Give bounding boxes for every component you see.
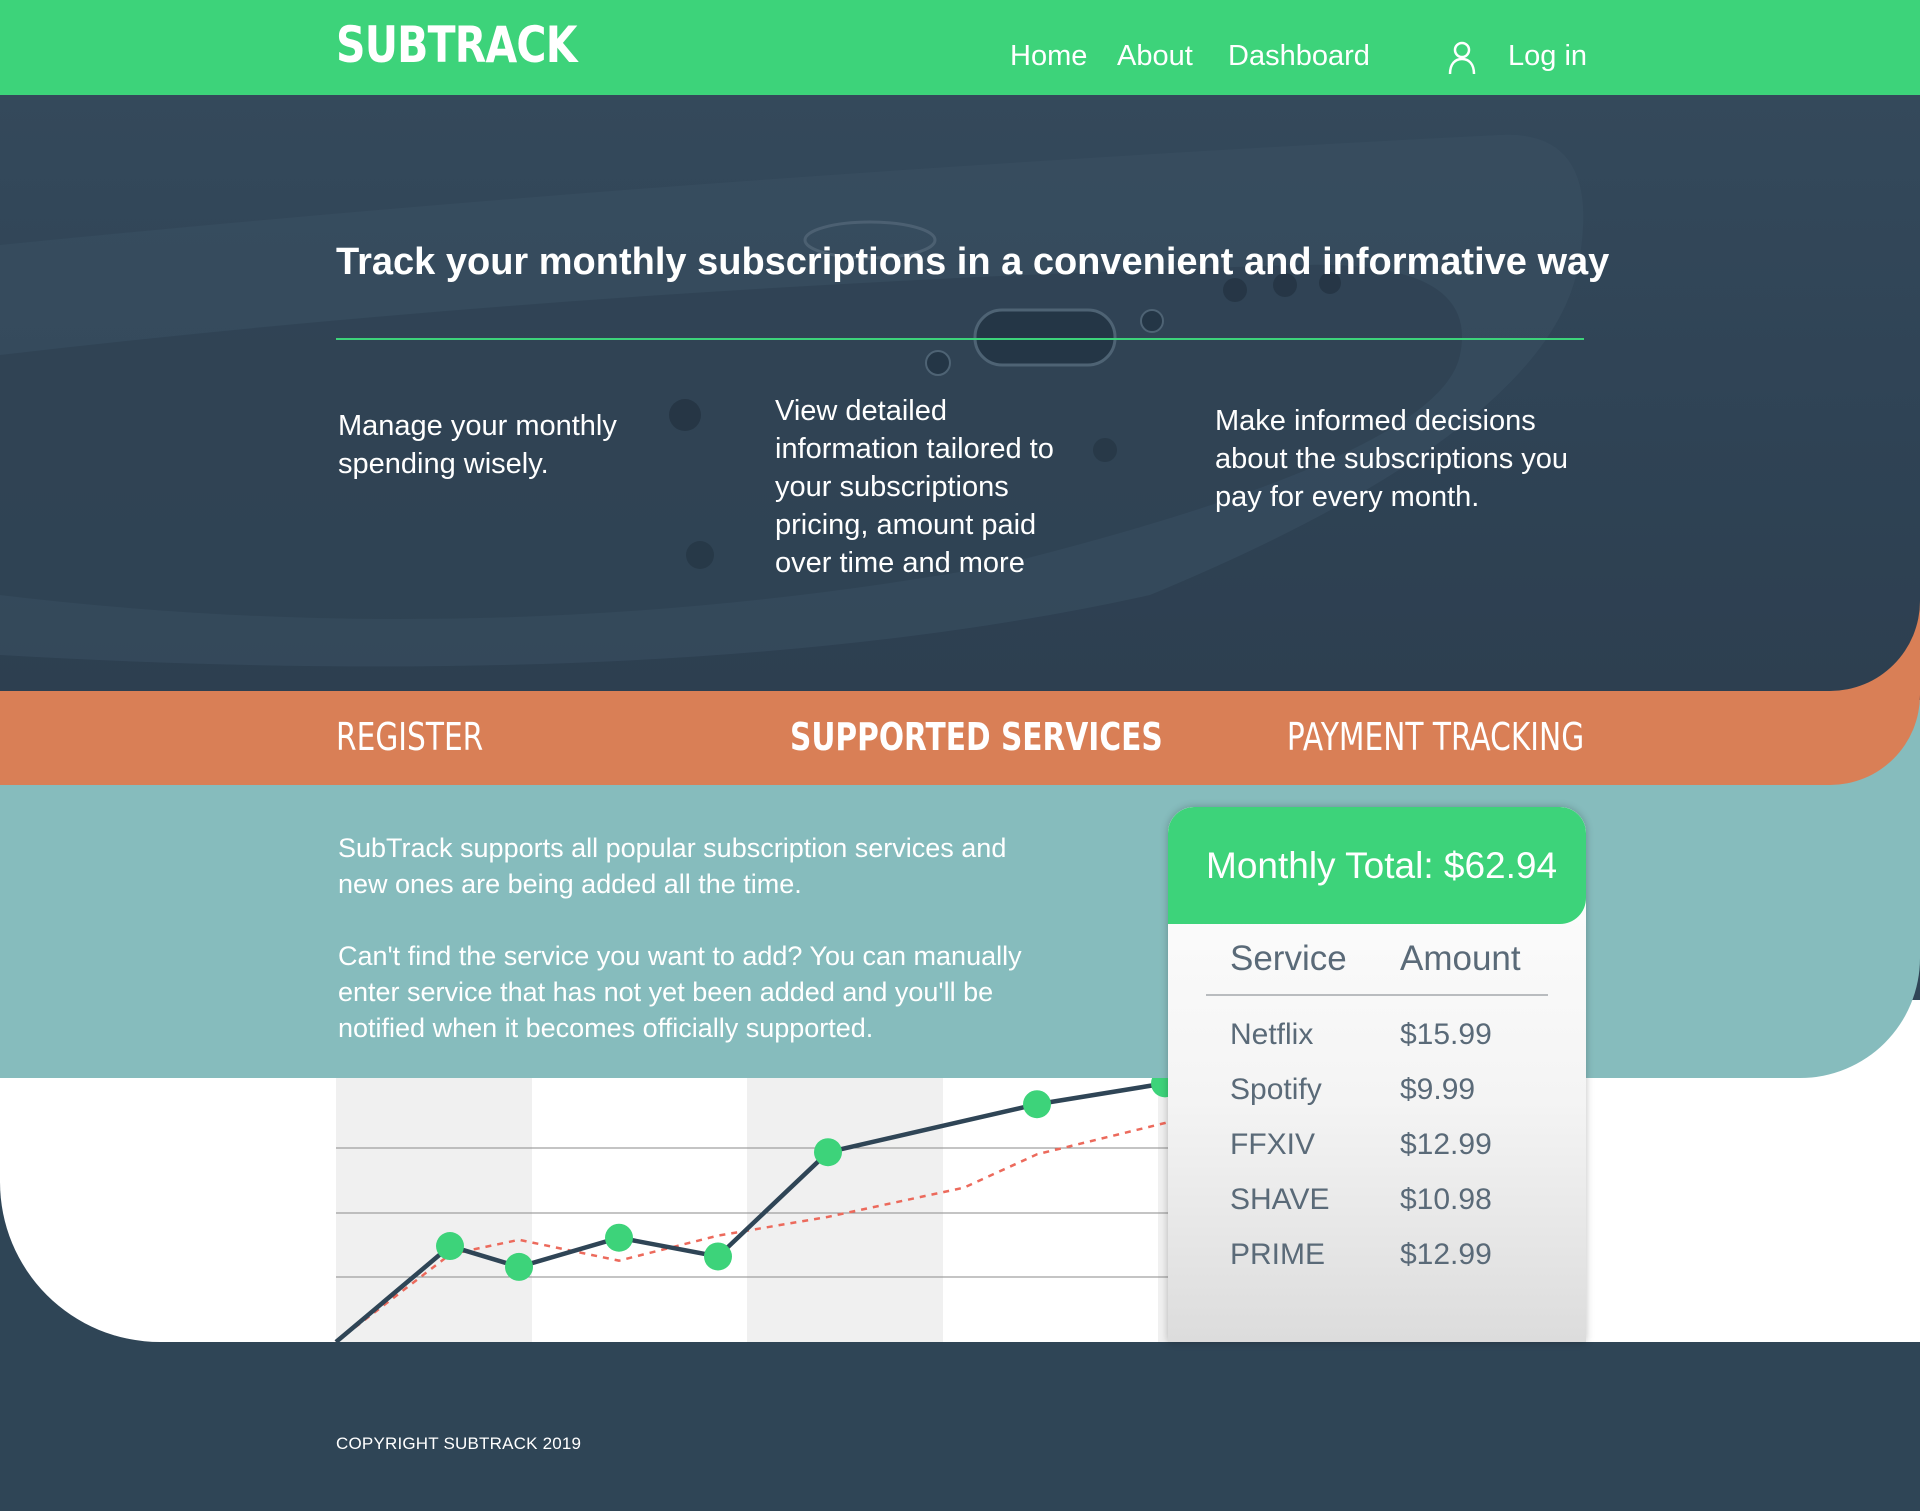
- service-amount: $12.99: [1400, 1128, 1492, 1161]
- nav-about-link[interactable]: About: [1117, 40, 1193, 73]
- copyright: COPYRIGHT SUBTRACK 2019: [336, 1434, 582, 1453]
- feature-2: View detailed information tailored to yo…: [775, 395, 1054, 579]
- nav-home-link[interactable]: Home: [1010, 40, 1087, 73]
- hero-section: Track your monthly subscriptions in a co…: [0, 95, 1920, 691]
- service-name: Spotify: [1230, 1073, 1322, 1106]
- services-paragraph-1: SubTrack supports all popular subscripti…: [338, 833, 1007, 899]
- data-point: [605, 1223, 633, 1252]
- tab-register[interactable]: REGISTER: [336, 715, 483, 759]
- column-amount: Amount: [1400, 939, 1521, 978]
- tab-payment-tracking[interactable]: PAYMENT TRACKING: [1287, 715, 1584, 759]
- top-nav: SUBTRACK Home About Dashboard Log in: [0, 0, 1920, 95]
- user-icon[interactable]: [1447, 40, 1477, 76]
- data-point: [436, 1232, 464, 1261]
- service-amount: $15.99: [1400, 1018, 1492, 1051]
- service-name: FFXIV: [1230, 1128, 1316, 1161]
- service-amount: $12.99: [1400, 1238, 1492, 1271]
- card-header: Monthly Total: $62.94: [1168, 807, 1586, 924]
- service-amount: $9.99: [1400, 1073, 1476, 1106]
- data-point: [814, 1138, 842, 1167]
- data-point: [704, 1242, 732, 1271]
- feature-1: Manage your monthly spending wisely.: [338, 410, 617, 480]
- card-divider: [1206, 994, 1548, 996]
- nav-dashboard-link[interactable]: Dashboard: [1228, 40, 1370, 73]
- service-name: SHAVE: [1230, 1183, 1330, 1216]
- column-service: Service: [1230, 939, 1347, 978]
- monthly-total: Monthly Total: $62.94: [1206, 845, 1558, 886]
- data-point: [1023, 1090, 1051, 1119]
- tab-supported-services[interactable]: SUPPORTED SERVICES: [790, 715, 1163, 759]
- login-link[interactable]: Log in: [1508, 40, 1587, 73]
- monthly-total-card: Monthly Total: $62.94 Service Amount Net…: [1168, 807, 1586, 1342]
- services-paragraph-2: Can't find the service you want to add? …: [338, 941, 1022, 1043]
- hero-title: Track your monthly subscriptions in a co…: [336, 241, 1610, 283]
- hero-divider: [336, 338, 1584, 340]
- service-name: PRIME: [1230, 1238, 1326, 1271]
- service-amount: $10.98: [1400, 1183, 1492, 1216]
- feature-3: Make informed decisions about the subscr…: [1215, 405, 1569, 513]
- data-point: [505, 1252, 533, 1281]
- logo[interactable]: SUBTRACK: [336, 16, 577, 74]
- service-name: Netflix: [1230, 1018, 1314, 1051]
